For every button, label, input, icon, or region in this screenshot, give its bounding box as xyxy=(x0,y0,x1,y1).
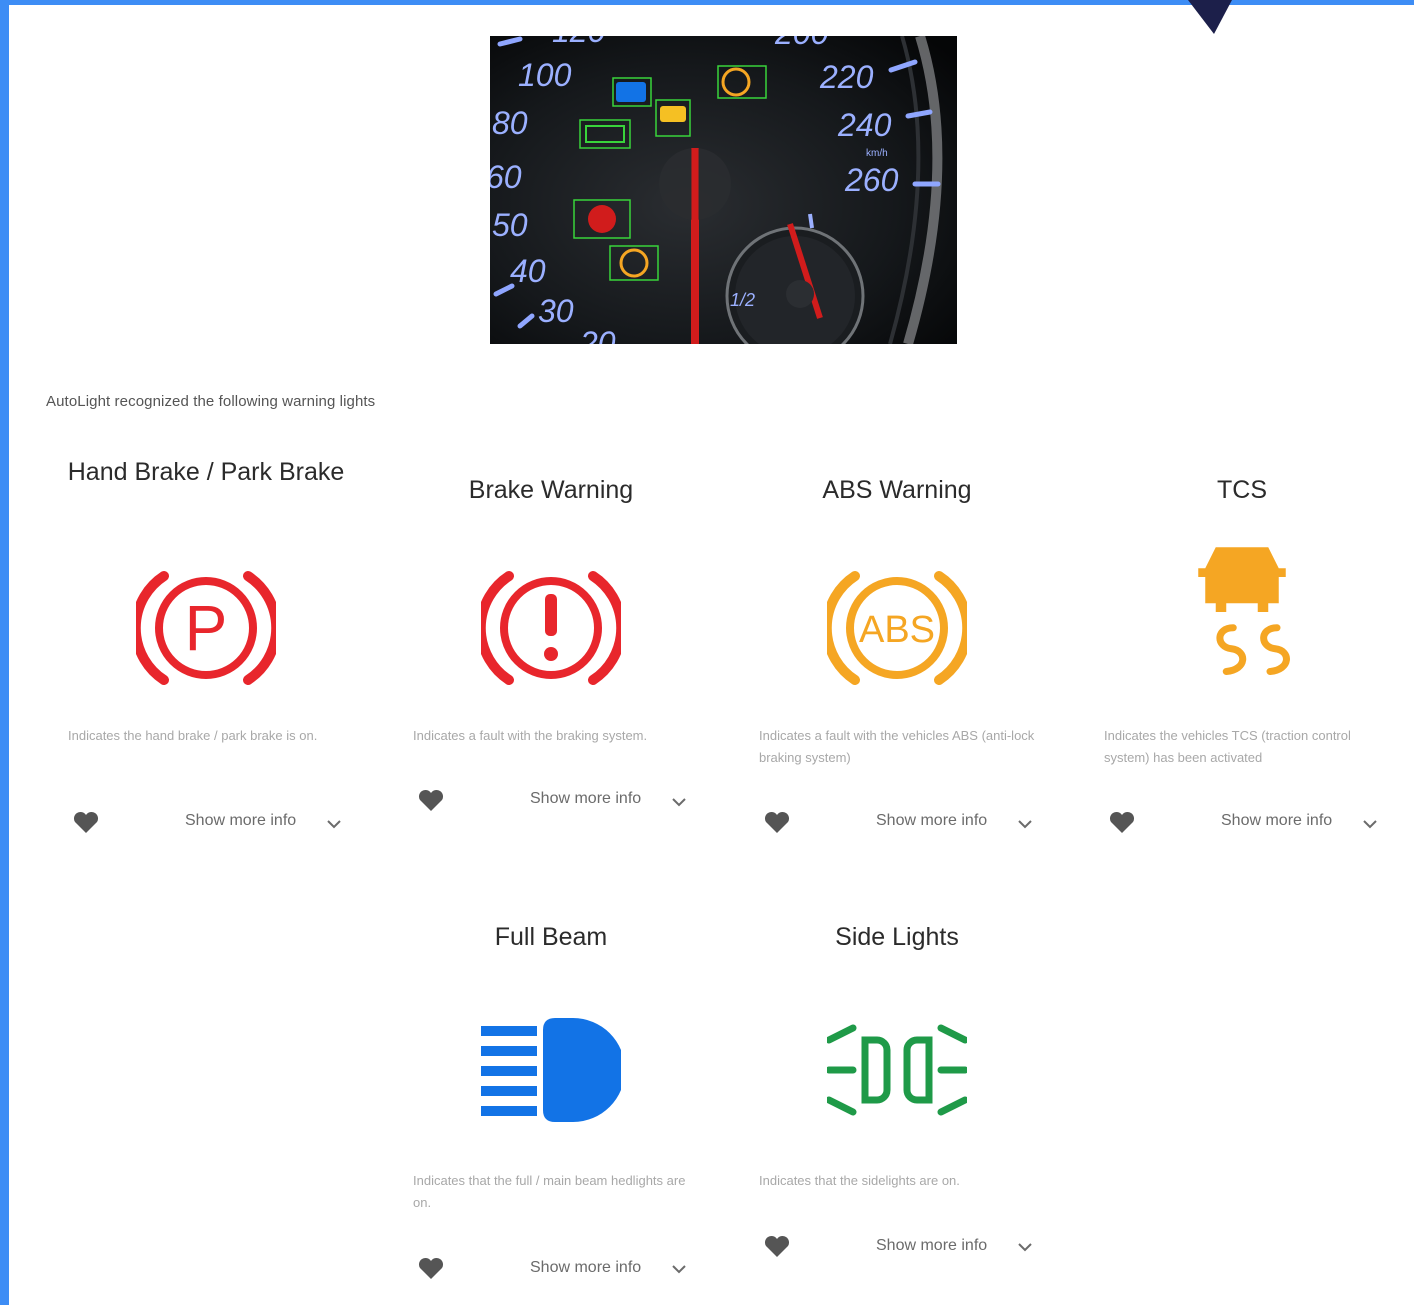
brake-warning-icon xyxy=(481,571,621,685)
svg-text:ABS: ABS xyxy=(859,609,935,651)
speed-label: 50 xyxy=(492,207,528,243)
speed-label: 240 xyxy=(837,107,892,143)
heart-icon[interactable] xyxy=(73,810,99,834)
window-frame-left xyxy=(0,0,9,1305)
chevron-down-icon[interactable] xyxy=(670,1263,688,1275)
abs-warning-icon: ABS xyxy=(827,571,967,685)
speed-label: 30 xyxy=(538,293,574,329)
warning-card-full-beam: Full Beam Indicates that the full / main… xyxy=(396,900,706,1300)
heart-icon[interactable] xyxy=(764,810,790,834)
warning-card-hand-brake: Hand Brake / Park Brake P Indicates the … xyxy=(51,452,361,852)
heart-icon[interactable] xyxy=(764,1234,790,1258)
card-title: Hand Brake / Park Brake xyxy=(67,458,345,486)
card-title: TCS xyxy=(1217,476,1267,504)
warning-card-tcs: TCS Indicates the vehicles TCS (traction… xyxy=(1087,452,1397,852)
heart-icon[interactable] xyxy=(418,1256,444,1280)
card-title: Brake Warning xyxy=(468,476,634,504)
svg-text:P: P xyxy=(185,592,228,664)
card-description: Indicates a fault with the vehicles ABS … xyxy=(759,728,1035,765)
speed-label: 60 xyxy=(490,159,522,195)
speed-label: 80 xyxy=(492,105,528,141)
card-title: Side Lights xyxy=(835,923,959,951)
chevron-down-icon[interactable] xyxy=(1361,818,1379,830)
card-description: Indicates that the full / main beam hedl… xyxy=(413,1173,686,1210)
park-brake-icon: P xyxy=(136,571,276,685)
card-description: Indicates the vehicles TCS (traction con… xyxy=(1104,728,1351,765)
card-description: Indicates the hand brake / park brake is… xyxy=(68,728,318,743)
speed-label: 20 xyxy=(579,325,616,344)
card-title: ABS Warning xyxy=(822,476,972,504)
show-more-info-button[interactable]: Show more info xyxy=(530,790,641,808)
show-more-info-button[interactable]: Show more info xyxy=(530,1259,641,1277)
heart-icon[interactable] xyxy=(418,788,444,812)
full-beam-icon xyxy=(481,1018,621,1122)
side-lights-icon xyxy=(827,1024,967,1116)
speed-label: 200 xyxy=(774,36,829,51)
chevron-down-icon[interactable] xyxy=(670,796,688,808)
chevron-down-icon[interactable] xyxy=(325,818,343,830)
card-title: Full Beam xyxy=(494,923,608,951)
warning-card-brake-warning: Brake Warning Indicates a fault with the… xyxy=(396,452,706,852)
heart-icon[interactable] xyxy=(1109,810,1135,834)
show-more-info-button[interactable]: Show more info xyxy=(876,1237,987,1255)
card-description: Indicates a fault with the braking syste… xyxy=(413,728,648,743)
fuel-label: 1/2 xyxy=(730,290,755,310)
speed-label: 40 xyxy=(510,253,546,289)
speed-label: 100 xyxy=(518,57,572,93)
dashboard-photo: 120 200 100 220 80 240 60 260 50 40 30 2… xyxy=(490,36,957,344)
speed-label: 120 xyxy=(552,36,606,49)
speed-label: 260 xyxy=(844,162,899,198)
warning-card-abs-warning: ABS Warning ABS Indicates a fault with t… xyxy=(742,452,1052,852)
speed-unit: km/h xyxy=(866,148,888,159)
chevron-down-icon[interactable] xyxy=(1016,818,1034,830)
show-more-info-button[interactable]: Show more info xyxy=(876,812,987,830)
recognition-intro-text: AutoLight recognized the following warni… xyxy=(46,393,376,410)
show-more-info-button[interactable]: Show more info xyxy=(1221,812,1332,830)
speed-label: 220 xyxy=(819,59,874,95)
card-description: Indicates that the sidelights are on. xyxy=(759,1173,960,1188)
show-more-info-button[interactable]: Show more info xyxy=(185,812,296,830)
warning-card-side-lights: Side Lights Indicates that the sidelight… xyxy=(742,900,1052,1300)
corner-triangle-icon xyxy=(1188,0,1232,34)
traction-control-icon xyxy=(1198,547,1290,675)
chevron-down-icon[interactable] xyxy=(1016,1241,1034,1253)
